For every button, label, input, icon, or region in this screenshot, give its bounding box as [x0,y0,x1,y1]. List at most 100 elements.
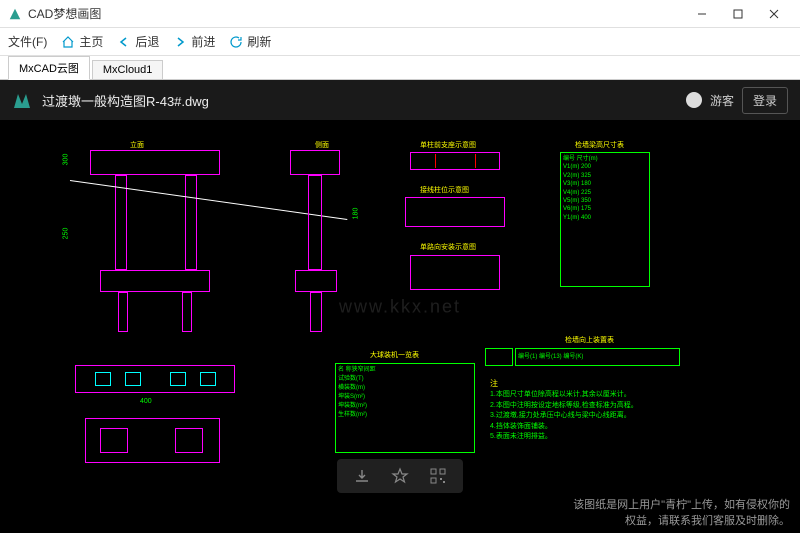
cad-column1 [115,175,127,270]
detail3-box [410,255,500,290]
tabbar: MxCAD云图 MxCloud1 [0,56,800,80]
plan1-d2 [125,372,141,386]
viewer-filename: 过渡墩一般构造图R-43#.dwg [42,91,686,110]
cad-pile1 [118,292,128,332]
side-base [295,270,337,292]
t2r1: 名 称狭窄间距 [338,366,472,375]
t3r1: 编号(1) 编号(13) 编号(K) [518,351,677,360]
notes-block: 1.本图尺寸单位除高程以米计,其余以厘米计。 2.本图中注明按设定地标等级,检查… [490,390,700,443]
menu-refresh[interactable]: 刷新 [229,33,271,50]
tab-mxcad-cloud[interactable]: MxCAD云图 [8,56,90,80]
t1r4: V3(m) 180 [563,180,647,188]
watermark: www.kkx.net [339,296,461,317]
plan1-d3 [170,372,186,386]
table1: 编号 尺寸(m) V1(m) 200 V2(m) 325 V3(m) 180 V… [560,152,650,287]
dim-h1: 400 [140,398,152,405]
back-icon [117,35,131,49]
app-icon [8,7,22,21]
close-button[interactable] [756,0,792,28]
t1r3: V2(m) 325 [563,172,647,180]
download-button[interactable] [351,465,373,487]
menu-file[interactable]: 文件(F) [8,33,47,50]
guest-label: 游客 [710,92,734,109]
star-icon [391,467,409,485]
home-icon [61,35,75,49]
window-controls [684,0,792,28]
login-button[interactable]: 登录 [742,87,788,114]
tab-mxcloud1[interactable]: MxCloud1 [92,60,164,79]
dim-v2: 250 [62,228,69,240]
forward-icon [173,35,187,49]
cad-column2 [185,175,197,270]
t2r4: 坤装S(m²) [338,393,472,402]
plan2-c2 [175,428,203,453]
footer-line2: 权益，请联系我们客服及时删除。 [573,514,790,529]
refresh-icon [229,35,243,49]
side-cap [290,150,340,175]
bottom-toolbar [337,459,463,493]
plan1-d1 [95,372,111,386]
label-detail1: 单柱前支座示意图 [420,140,476,150]
table3-side [485,348,513,366]
maximize-button[interactable] [720,0,756,28]
ground-line [70,180,347,220]
d1-r1 [435,154,436,168]
note3: 3.过渡墩,接力处承压中心线与梁中心线距离。 [490,411,700,422]
t1r8: Y1(m) 400 [563,214,647,222]
table3: 编号(1) 编号(13) 编号(K) [515,348,680,366]
cad-cap [90,150,220,175]
note5: 5.表面未注明排益。 [490,432,700,443]
cad-pile2 [182,292,192,332]
detail2-box [405,197,505,227]
qrcode-icon [429,467,447,485]
footer-disclaimer: 该图纸是网上用户"青柠"上传，如有侵权你的 权益，请联系我们客服及时删除。 [573,498,790,529]
label-side: 侧面 [315,140,329,150]
plan1-d4 [200,372,216,386]
t1r7: V6(m) 175 [563,205,647,213]
note1: 1.本图尺寸单位除高程以米计,其余以厘米计。 [490,390,700,401]
label-detail3: 单路向安装示意图 [420,242,476,252]
detail1-box [410,152,500,170]
side-pile [310,292,322,332]
label-elevation: 立面 [130,140,144,150]
qrcode-button[interactable] [427,465,449,487]
viewer-header: 过渡墩一般构造图R-43#.dwg 游客 登录 [0,80,800,120]
window-title: CAD梦想画图 [28,5,684,22]
dim-s1: 180 [352,208,359,220]
note2: 2.本图中注明按设定地标等级,检查标准为高程。 [490,401,700,412]
label-detail2: 接线柱位示意图 [420,185,469,195]
t2r2: 试验数(T) [338,375,472,384]
label-table2: 大球装机一览表 [370,350,419,360]
cad-canvas[interactable]: 立面 300 250 400 侧面 180 [0,120,800,533]
download-icon [353,467,371,485]
t1r2: V1(m) 200 [563,163,647,171]
label-notes: 注 [490,378,498,389]
menu-home[interactable]: 主页 [61,33,103,50]
cad-base [100,270,210,292]
menubar: 文件(F) 主页 后退 前进 刷新 [0,28,800,56]
minimize-button[interactable] [684,0,720,28]
label-table3: 检墙向上装置表 [565,335,614,345]
t1r1: 编号 尺寸(m) [563,155,647,163]
menu-back[interactable]: 后退 [117,33,159,50]
viewer: 过渡墩一般构造图R-43#.dwg 游客 登录 立面 300 250 [0,80,800,533]
table2: 名 称狭窄间距 试验数(T) 横装数(m) 坤装S(m²) 坤装数(m²) 生样… [335,363,475,453]
titlebar: CAD梦想画图 [0,0,800,28]
d1-r2 [475,154,476,168]
t2r5: 坤装数(m²) [338,402,472,411]
side-col [308,175,322,270]
label-table1: 检墙梁高尺寸表 [575,140,624,150]
t2r3: 横装数(m) [338,384,472,393]
note4: 4.挡体装饰面铺装。 [490,422,700,433]
footer-line1: 该图纸是网上用户"青柠"上传，如有侵权你的 [573,498,790,513]
plan2-c1 [100,428,128,453]
viewer-logo-icon [12,90,32,110]
t1r5: V4(m) 225 [563,189,647,197]
viewer-user-area: 游客 登录 [686,87,788,114]
cad-drawing: 立面 300 250 400 侧面 180 [40,140,760,473]
favorite-button[interactable] [389,465,411,487]
t1r6: V5(m) 350 [563,197,647,205]
t2r6: 生样数(m²) [338,411,472,420]
menu-forward[interactable]: 前进 [173,33,215,50]
dim-v1: 300 [62,154,69,166]
